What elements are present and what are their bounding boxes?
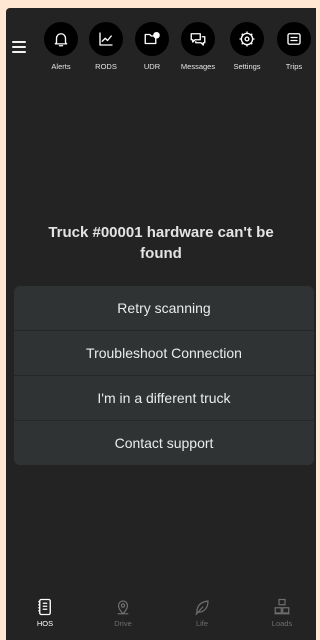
nav-settings[interactable]: Settings bbox=[225, 22, 269, 71]
bottom-tab-bar: HOS Drive Life Loads bbox=[6, 598, 316, 640]
app-screen: Alerts RODS UDR Messages Settings Trips … bbox=[6, 8, 316, 640]
logbook-icon bbox=[38, 598, 51, 616]
nav-messages[interactable]: Messages bbox=[176, 22, 220, 71]
chat-bubbles-icon bbox=[181, 22, 215, 56]
top-navigation: Alerts RODS UDR Messages Settings Trips bbox=[6, 8, 316, 78]
map-pin-icon bbox=[117, 600, 129, 615]
contact-support-button[interactable]: Contact support bbox=[14, 420, 314, 465]
tab-loads[interactable]: Loads bbox=[257, 598, 307, 628]
document-list-icon bbox=[277, 22, 311, 56]
tab-hos[interactable]: HOS bbox=[20, 598, 70, 628]
line-chart-icon bbox=[89, 22, 123, 56]
tab-label: Loads bbox=[271, 619, 293, 628]
nav-label: RODS bbox=[95, 62, 117, 71]
tab-label: HOS bbox=[36, 619, 54, 628]
folder-question-icon bbox=[135, 22, 169, 56]
nav-udr[interactable]: UDR bbox=[130, 22, 174, 71]
tab-label: Drive bbox=[114, 619, 132, 628]
gear-icon bbox=[230, 22, 264, 56]
retry-scanning-button[interactable]: Retry scanning bbox=[14, 286, 314, 330]
bell-icon bbox=[44, 22, 78, 56]
nav-label: Alerts bbox=[51, 62, 71, 71]
error-message-title: Truck #00001 hardware can't be found bbox=[48, 224, 274, 262]
nav-label: Messages bbox=[180, 62, 216, 71]
troubleshoot-connection-button[interactable]: Troubleshoot Connection bbox=[14, 330, 314, 375]
nav-alerts[interactable]: Alerts bbox=[39, 22, 83, 71]
nav-label: UDR bbox=[143, 62, 161, 71]
boxes-icon bbox=[274, 598, 290, 615]
tab-label: Life bbox=[195, 619, 209, 628]
nav-trips[interactable]: Trips bbox=[272, 22, 316, 71]
hamburger-menu-icon[interactable] bbox=[12, 41, 26, 53]
options-list: Retry scanning Troubleshoot Connection I… bbox=[14, 286, 314, 465]
different-truck-button[interactable]: I'm in a different truck bbox=[14, 375, 314, 420]
leaf-icon bbox=[195, 600, 209, 616]
tab-drive[interactable]: Drive bbox=[98, 598, 148, 628]
tab-life[interactable]: Life bbox=[177, 598, 227, 628]
nav-label: Trips bbox=[285, 62, 303, 71]
nav-label: Settings bbox=[233, 62, 261, 71]
nav-rods[interactable]: RODS bbox=[84, 22, 128, 71]
